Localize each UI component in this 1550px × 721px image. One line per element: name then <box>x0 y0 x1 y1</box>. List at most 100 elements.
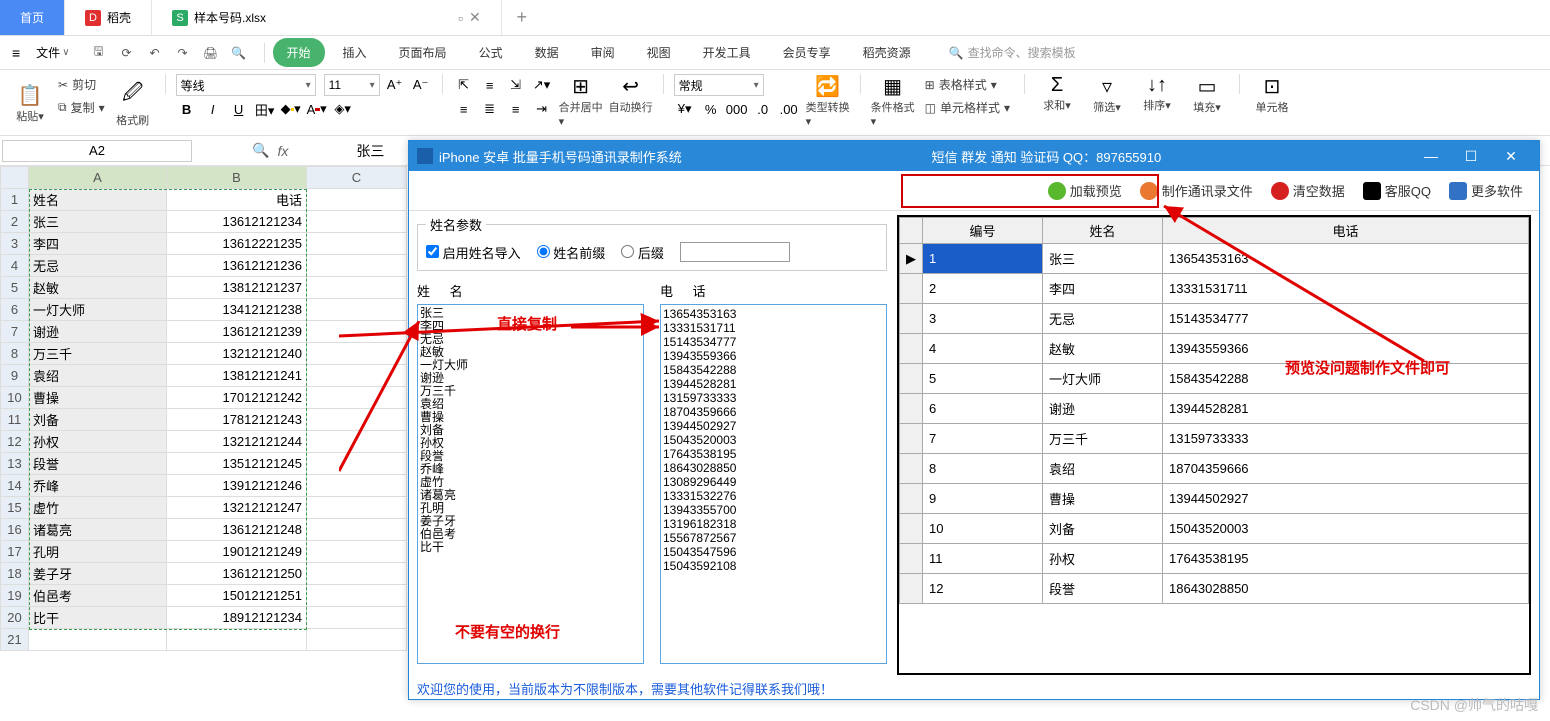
tab-dropdown-icon[interactable]: ▫ <box>458 10 463 26</box>
name-box[interactable] <box>2 140 192 162</box>
table-row[interactable]: 2李四13331531711 <box>900 274 1529 304</box>
align-center-icon[interactable]: ≣ <box>479 98 501 120</box>
wrap-button[interactable]: ↩自动换行 <box>609 74 653 115</box>
save-icon[interactable]: 🖫 <box>88 42 110 64</box>
sort-button[interactable]: ↓↑排序▾ <box>1135 74 1179 113</box>
menu-insert[interactable]: 插入 <box>329 38 381 67</box>
list-item[interactable]: 15043547596 <box>663 545 884 559</box>
decrease-font-icon[interactable]: A⁻ <box>410 74 432 96</box>
paste-button[interactable]: 📋粘贴▾ <box>8 83 52 124</box>
table-row[interactable]: 13段誉13512121245 <box>1 453 407 475</box>
clear-data-button[interactable]: 清空数据 <box>1271 181 1345 200</box>
list-item[interactable]: 15043592108 <box>663 559 884 573</box>
increase-decimal-icon[interactable]: .0 <box>752 98 774 120</box>
list-item[interactable]: 13196182318 <box>663 517 884 531</box>
list-item[interactable]: 13331531711 <box>663 321 884 335</box>
file-menu[interactable]: 文件∨ <box>28 40 77 65</box>
table-row[interactable]: 4赵敏13943559366 <box>900 334 1529 364</box>
table-row[interactable]: 14乔峰13912121246 <box>1 475 407 497</box>
tab-file[interactable]: S 样本号码.xlsx ▫ ✕ <box>152 0 502 35</box>
make-file-button[interactable]: 制作通讯录文件 <box>1140 181 1253 200</box>
list-item[interactable]: 诸葛亮 <box>420 489 641 502</box>
menu-start[interactable]: 开始 <box>273 38 325 67</box>
bold-button[interactable]: B <box>176 98 198 120</box>
indent-icon[interactable]: ⇥ <box>531 98 553 120</box>
enable-import-checkbox[interactable]: 启用姓名导入 <box>426 243 521 262</box>
table-row[interactable]: 12段誉18643028850 <box>900 574 1529 604</box>
list-item[interactable]: 段誉 <box>420 450 641 463</box>
table-row[interactable]: 7万三千13159733333 <box>900 424 1529 454</box>
table-row[interactable]: 9曹操13944502927 <box>900 484 1529 514</box>
menu-vip[interactable]: 会员专享 <box>769 38 845 67</box>
table-row[interactable]: 6谢逊13944528281 <box>900 394 1529 424</box>
table-row[interactable]: 2张三13612121234 <box>1 211 407 233</box>
align-bottom-icon[interactable]: ⇲ <box>505 74 527 96</box>
preview-grid-wrap[interactable]: 编号姓名电话▶1张三136543531632李四133315317113无忌15… <box>897 215 1531 675</box>
filter-button[interactable]: ▿筛选▾ <box>1085 74 1129 115</box>
copy-button[interactable]: ⧉ 复制▾ <box>54 97 109 118</box>
table-row[interactable]: 12孙权13212121244 <box>1 431 407 453</box>
comma-icon[interactable]: 000 <box>726 98 748 120</box>
list-item[interactable]: 13944528281 <box>663 377 884 391</box>
table-row[interactable]: 18姜子牙13612121250 <box>1 563 407 585</box>
maximize-button[interactable]: ☐ <box>1451 148 1491 165</box>
cut-button[interactable]: ✂ 剪切 <box>54 74 109 95</box>
menu-review[interactable]: 审阅 <box>577 38 629 67</box>
list-item[interactable]: 张三 <box>420 307 641 320</box>
list-item[interactable]: 13159733333 <box>663 391 884 405</box>
search-commands[interactable]: 🔍 查找命令、搜索模板 <box>949 44 1076 61</box>
italic-button[interactable]: I <box>202 98 224 120</box>
list-item[interactable]: 万三千 <box>420 385 641 398</box>
table-row[interactable]: 16诸葛亮13612121248 <box>1 519 407 541</box>
table-row[interactable]: 7谢逊13612121239 <box>1 321 407 343</box>
list-item[interactable]: 13943355700 <box>663 503 884 517</box>
names-listbox[interactable]: 张三李四无忌赵敏一灯大师谢逊万三千袁绍曹操刘备孙权段誉乔峰虚竹诸葛亮孔明姜子牙伯… <box>417 304 644 664</box>
list-item[interactable]: 15567872567 <box>663 531 884 545</box>
orientation-icon[interactable]: ↗▾ <box>531 74 553 96</box>
print-icon[interactable]: 🖨 <box>200 42 222 64</box>
table-row[interactable]: 19伯邑考15012121251 <box>1 585 407 607</box>
prefix-input[interactable] <box>680 242 790 262</box>
table-row[interactable]: 8袁绍18704359666 <box>900 454 1529 484</box>
table-row[interactable]: 15虚竹13212121247 <box>1 497 407 519</box>
table-row[interactable]: 17孔明19012121249 <box>1 541 407 563</box>
table-row[interactable]: 4无忌13612121236 <box>1 255 407 277</box>
increase-font-icon[interactable]: A⁺ <box>384 74 406 96</box>
cond-format-button[interactable]: ▦条件格式▾ <box>871 74 915 128</box>
list-item[interactable]: 一灯大师 <box>420 359 641 372</box>
load-preview-button[interactable]: 加载预览 <box>1048 181 1122 200</box>
minimize-button[interactable]: — <box>1411 148 1451 164</box>
table-row[interactable]: 8万三千13212121240 <box>1 343 407 365</box>
list-item[interactable]: 15043520003 <box>663 433 884 447</box>
prefix-radio[interactable]: 姓名前缀 <box>537 243 606 262</box>
preview-grid[interactable]: 编号姓名电话▶1张三136543531632李四133315317113无忌15… <box>899 217 1529 604</box>
align-middle-icon[interactable]: ≡ <box>479 74 501 96</box>
list-item[interactable]: 13943559366 <box>663 349 884 363</box>
tab-close-icon[interactable]: ✕ <box>469 9 481 26</box>
list-item[interactable]: 比干 <box>420 541 641 554</box>
currency-icon[interactable]: ¥▾ <box>674 98 696 120</box>
table-row[interactable]: 5一灯大师15843542288 <box>900 364 1529 394</box>
undo-icon[interactable]: ↶ <box>144 42 166 64</box>
table-row[interactable]: 10曹操17012121242 <box>1 387 407 409</box>
list-item[interactable]: 李四 <box>420 320 641 333</box>
table-row[interactable]: 20比干18912121234 <box>1 607 407 629</box>
preview-icon[interactable]: 🔍 <box>228 42 250 64</box>
table-row[interactable]: 3无忌15143534777 <box>900 304 1529 334</box>
table-row[interactable]: 9袁绍13812121241 <box>1 365 407 387</box>
type-convert-button[interactable]: 🔁类型转换▾ <box>806 74 850 128</box>
list-item[interactable]: 18704359666 <box>663 405 884 419</box>
list-item[interactable]: 13654353163 <box>663 307 884 321</box>
table-row[interactable]: 11刘备17812121243 <box>1 409 407 431</box>
table-row[interactable]: 3李四13612221235 <box>1 233 407 255</box>
redo-icon[interactable]: ↷ <box>172 42 194 64</box>
list-item[interactable]: 无忌 <box>420 333 641 346</box>
name-box-input[interactable] <box>9 143 185 158</box>
fill-button[interactable]: ▭填充▾ <box>1185 74 1229 115</box>
tab-daoke[interactable]: D稻壳 <box>65 0 152 35</box>
close-button[interactable]: ✕ <box>1491 148 1531 165</box>
list-item[interactable]: 13331532276 <box>663 489 884 503</box>
fill-color-button[interactable]: ◆▾ <box>280 98 302 120</box>
border-button[interactable]: 田▾ <box>254 98 276 120</box>
list-item[interactable]: 15843542288 <box>663 363 884 377</box>
